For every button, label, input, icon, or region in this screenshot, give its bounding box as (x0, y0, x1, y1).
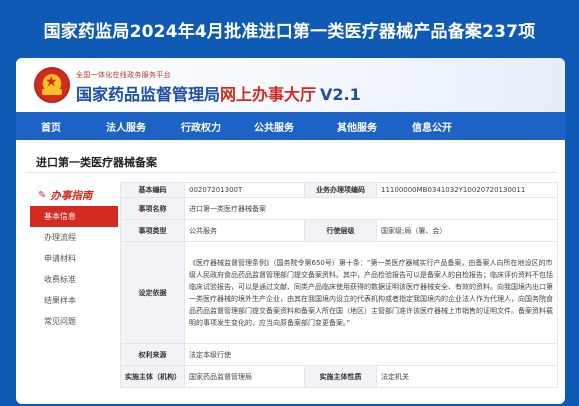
subject-value: 国家药品监督管理局 (184, 365, 305, 388)
platform-subtitle: 全国一体化在线政务服务平台 (76, 71, 171, 79)
nature-value: 法定机关 (376, 365, 558, 388)
sidebar-item-materials[interactable]: 申请材料 (30, 248, 118, 269)
sidebar-item-basic-info[interactable]: 基本信息 (30, 206, 118, 227)
table-row: 权利来源 法定本级行使 (120, 343, 558, 366)
nav-item-admin-power[interactable]: 行政权力 (166, 119, 236, 134)
basic-info-table: 基本编码 00207201300T 业务办理项编码 11100000MB0341… (120, 182, 558, 388)
nature-label: 实施主体性质 (304, 365, 377, 388)
star-icon: ★ (45, 74, 58, 90)
page-title: 进口第一类医疗器械备案 (36, 156, 157, 169)
level-value: 国家级;局（署、会） (376, 219, 558, 242)
sidebar-item-fees[interactable]: 收费标准 (30, 269, 118, 290)
emblem-base (42, 89, 62, 95)
site-title[interactable]: 国家药品监督管理局网上办事大厅 V2.1 (76, 81, 361, 105)
item-name-value: 进口第一类医疗器械备案 (184, 197, 558, 220)
item-type-value: 公共服务 (184, 219, 305, 242)
table-row: 事项名称 进口第一类医疗器械备案 (120, 197, 558, 220)
basis-value: 《医疗器械监督管理条例》（国务院令第650号）第十条：“第一类医疗器械实行产品备… (184, 241, 558, 344)
biz-code-value: 11100000MB0341032Y10020720130011 (376, 182, 558, 198)
item-name-label: 事项名称 (120, 197, 185, 220)
headline: 国家药监局2024年4月批准进口第一类医疗器械产品备案237项 (43, 21, 536, 42)
site-masthead: ★ 全国一体化在线政务服务平台 国家药品监督管理局网上办事大厅 V2.1 (16, 58, 565, 112)
guide-sidebar: ✎ 办事指南 基本信息 办理流程 申请材料 收费标准 结果样本 常见问题 (30, 184, 118, 402)
nav-item-home[interactable]: 首页 (16, 119, 86, 134)
main-nav: 首页 法人服务 行政权力 公共服务 其他服务 信息公开 (16, 112, 565, 140)
basic-code-value: 00207201300T (184, 182, 305, 198)
nav-item-legal-person[interactable]: 法人服务 (86, 119, 166, 134)
sidebar-header: ✎ 办事指南 (30, 184, 118, 206)
table-row: 设定依据 《医疗器械监督管理条例》（国务院令第650号）第十条：“第一类医疗器械… (120, 241, 558, 344)
subject-label: 实施主体（机构） (120, 365, 185, 388)
browser-page: ★ 全国一体化在线政务服务平台 国家药品监督管理局网上办事大厅 V2.1 首页 法… (16, 58, 565, 404)
sidebar-item-process[interactable]: 办理流程 (30, 227, 118, 248)
nav-item-info-disclosure[interactable]: 信息公开 (402, 119, 462, 134)
pen-icon: ✎ (38, 189, 47, 201)
hall-name: 网上办事大厅 (220, 85, 317, 104)
basis-label: 设定依据 (120, 241, 185, 344)
nav-item-public-service[interactable]: 公共服务 (236, 119, 312, 134)
sidebar-item-faq[interactable]: 常见问题 (30, 311, 118, 332)
source-label: 权利来源 (120, 343, 185, 366)
biz-code-label: 业务办理项编码 (304, 182, 377, 198)
level-label: 行使层级 (304, 219, 377, 242)
national-emblem-icon[interactable]: ★ (34, 67, 70, 103)
sidebar-header-label: 办事指南 (50, 189, 93, 202)
divider (26, 172, 556, 173)
table-row: 事项类型 公共服务 行使层级 国家级;局（署、会） (120, 219, 558, 242)
version-label: V2.1 (320, 85, 361, 104)
item-type-label: 事项类型 (120, 219, 185, 242)
nav-item-other-service[interactable]: 其他服务 (312, 119, 402, 134)
basic-code-label: 基本编码 (120, 182, 185, 198)
table-row: 基本编码 00207201300T 业务办理项编码 11100000MB0341… (120, 182, 558, 198)
sidebar-item-result-sample[interactable]: 结果样本 (30, 290, 118, 311)
site-name: 国家药品监督管理局 (76, 85, 221, 104)
table-row: 实施主体（机构） 国家药品监督管理局 实施主体性质 法定机关 (120, 365, 558, 388)
source-value: 法定本级行使 (184, 343, 558, 366)
headline-banner: 国家药监局2024年4月批准进口第一类医疗器械产品备案237项 (0, 0, 579, 58)
